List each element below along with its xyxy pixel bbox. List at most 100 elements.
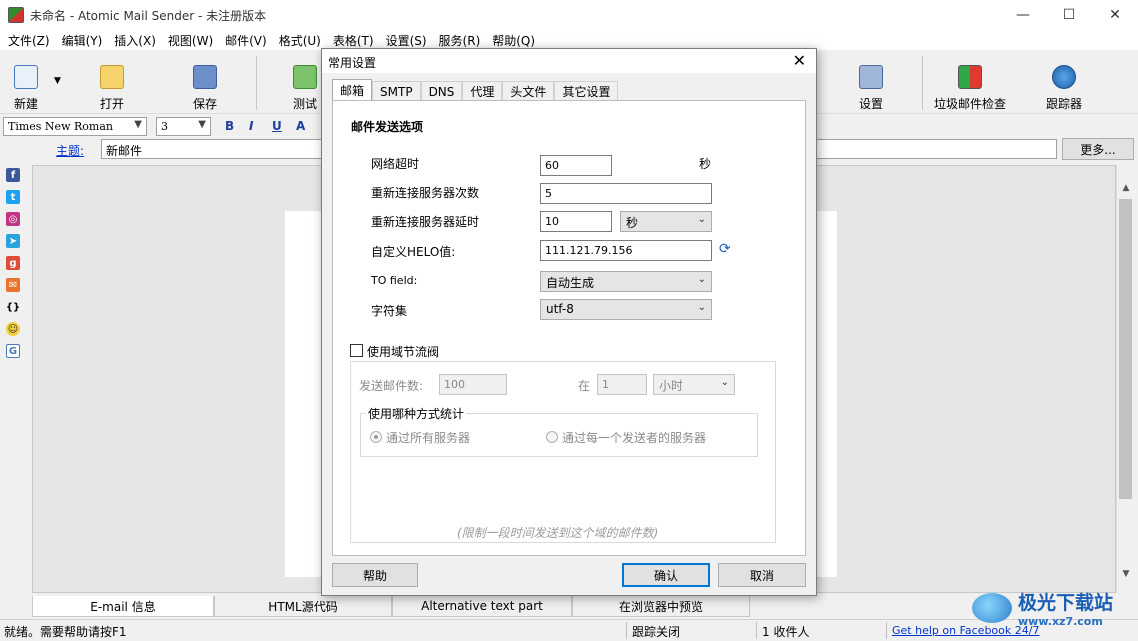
minimize-button[interactable]: — — [1000, 0, 1046, 30]
tab-headers[interactable]: 头文件 — [502, 81, 555, 101]
charset-value: utf-8 — [546, 302, 574, 316]
spam-check-label: 垃圾邮件检查 — [934, 97, 1007, 111]
ok-button[interactable]: 确认 — [622, 563, 710, 587]
menu-insert[interactable]: 插入(X) — [108, 32, 162, 49]
charset-label: 字符集 — [371, 304, 408, 318]
tab-email-info[interactable]: E-mail 信息 — [32, 596, 214, 617]
menu-service[interactable]: 服务(R) — [433, 32, 487, 49]
throttle-note: (限制一段时间发送到这个域的邮件数) — [457, 526, 659, 540]
toolbar-separator — [922, 56, 923, 110]
cancel-button[interactable]: 取消 — [718, 563, 806, 587]
status-separator — [756, 622, 757, 639]
menu-table[interactable]: 表格(T) — [327, 32, 380, 49]
send-count-input[interactable]: 100 — [439, 374, 507, 395]
new-button[interactable]: 新建 — [14, 58, 38, 112]
code-braces-icon[interactable]: {} — [6, 300, 20, 314]
font-color-button[interactable]: A — [296, 119, 305, 133]
email-icon[interactable]: ✉ — [6, 278, 20, 292]
status-recipients: 1 收件人 — [762, 625, 810, 639]
domain-throttle-checkbox[interactable] — [350, 344, 363, 357]
tab-proxy[interactable]: 代理 — [462, 81, 503, 101]
radio-all-servers[interactable] — [370, 431, 382, 443]
menu-file[interactable]: 文件(Z) — [2, 32, 56, 49]
menu-settings[interactable]: 设置(S) — [380, 32, 433, 49]
watermark-name: 极光下载站 — [1018, 592, 1114, 614]
emoji-icon[interactable]: ☺ — [6, 322, 20, 336]
radio-each-sender-server-label[interactable]: 通过每一个发送者的服务器 — [562, 429, 706, 446]
editor-view-tabs: E-mail 信息 HTML源代码 Alternative text part … — [32, 596, 752, 617]
scroll-up-icon[interactable]: ▲ — [1117, 183, 1135, 193]
network-timeout-input[interactable]: 60 — [540, 155, 612, 176]
menu-mail[interactable]: 邮件(V) — [219, 32, 273, 49]
tab-other-settings[interactable]: 其它设置 — [554, 81, 619, 101]
facebook-icon[interactable]: f — [6, 168, 20, 182]
domain-throttle-label[interactable]: 使用域节流阀 — [367, 343, 439, 360]
scrollbar-thumb[interactable] — [1119, 199, 1132, 499]
open-label: 打开 — [100, 97, 125, 111]
italic-button[interactable]: I — [249, 119, 253, 133]
google-icon[interactable]: G — [6, 344, 20, 358]
bold-button[interactable]: B — [225, 119, 234, 133]
font-select[interactable]: Times New Roman ▼ — [3, 117, 147, 136]
to-field-select[interactable]: 自动生成 ⌄ — [540, 271, 712, 292]
reconnect-delay-unit-select[interactable]: 秒 ⌄ — [620, 211, 712, 232]
menu-edit[interactable]: 编辑(Y) — [56, 32, 109, 49]
network-timeout-label: 网络超时 — [371, 157, 420, 171]
section-title: 邮件发送选项 — [351, 120, 424, 134]
spam-check-button[interactable]: 垃圾邮件检查 — [934, 58, 1006, 112]
dialog-close-button[interactable]: ✕ — [793, 51, 806, 70]
tracker-label: 跟踪器 — [1046, 97, 1083, 111]
menu-bar: 文件(Z) 编辑(Y) 插入(X) 视图(W) 邮件(V) 格式(U) 表格(T… — [0, 30, 1138, 50]
tab-html-source[interactable]: HTML源代码 — [214, 596, 392, 617]
instagram-icon[interactable]: ◎ — [6, 212, 20, 226]
period-unit-select[interactable]: 小时 ⌄ — [653, 374, 735, 395]
underline-button[interactable]: U — [272, 119, 282, 133]
status-separator — [626, 622, 627, 639]
test-button[interactable]: 测试 — [293, 58, 317, 112]
help-button[interactable]: 帮助 — [332, 563, 418, 587]
tab-panel-mailbox: 邮件发送选项 网络超时 60 秒 重新连接服务器次数 5 重新连接服务器延时 1… — [332, 100, 806, 556]
helo-input[interactable]: 111.121.79.156 — [540, 240, 712, 261]
reconnect-delay-unit-value: 秒 — [626, 216, 639, 230]
save-label: 保存 — [193, 97, 218, 111]
tab-dns[interactable]: DNS — [420, 81, 463, 101]
tab-mailbox[interactable]: 邮箱 — [332, 79, 373, 101]
reconnect-delay-label: 重新连接服务器延时 — [371, 215, 480, 229]
telegram-icon[interactable]: ➤ — [6, 234, 20, 248]
to-field-label: TO field: — [371, 274, 418, 287]
more-button[interactable]: 更多... — [1062, 138, 1134, 160]
google-plus-icon[interactable]: g — [6, 256, 20, 270]
spam-check-icon — [958, 65, 982, 89]
save-button[interactable]: 保存 — [193, 58, 217, 112]
reconnect-delay-input[interactable]: 10 — [540, 211, 612, 232]
close-button[interactable]: ✕ — [1092, 0, 1138, 30]
period-count-input[interactable]: 1 — [597, 374, 647, 395]
editor-scrollbar[interactable]: ▲ ▼ — [1116, 165, 1134, 593]
new-label: 新建 — [14, 97, 39, 111]
settings-button[interactable]: 设置 — [859, 58, 883, 112]
tab-alternative-text[interactable]: Alternative text part — [392, 596, 572, 617]
menu-help[interactable]: 帮助(Q) — [486, 32, 541, 49]
font-size-select[interactable]: 3 ▼ — [156, 117, 211, 136]
radio-all-servers-label[interactable]: 通过所有服务器 — [386, 429, 470, 446]
tracker-button[interactable]: 跟踪器 — [1046, 58, 1082, 112]
subject-link[interactable]: 主题: — [56, 142, 84, 159]
open-button[interactable]: 打开 — [100, 58, 124, 112]
font-value: Times New Roman — [8, 120, 113, 133]
maximize-button[interactable]: ☐ — [1046, 0, 1092, 30]
scroll-down-icon[interactable]: ▼ — [1117, 569, 1135, 579]
menu-view[interactable]: 视图(W) — [162, 32, 219, 49]
menu-format[interactable]: 格式(U) — [273, 32, 327, 49]
tab-smtp[interactable]: SMTP — [372, 81, 421, 101]
refresh-icon[interactable]: ⟳ — [719, 241, 731, 257]
twitter-icon[interactable]: t — [6, 190, 20, 204]
radio-each-sender-server[interactable] — [546, 431, 558, 443]
new-dropdown-arrow-icon[interactable]: ▼ — [54, 76, 61, 86]
charset-select[interactable]: utf-8 ⌄ — [540, 299, 712, 320]
tab-browser-preview[interactable]: 在浏览器中预览 — [572, 596, 750, 617]
send-count-label: 发送邮件数: — [359, 379, 424, 393]
network-timeout-unit: 秒 — [699, 157, 712, 171]
save-icon — [193, 65, 217, 89]
reconnect-count-input[interactable]: 5 — [540, 183, 712, 204]
period-unit-value: 小时 — [659, 379, 684, 393]
